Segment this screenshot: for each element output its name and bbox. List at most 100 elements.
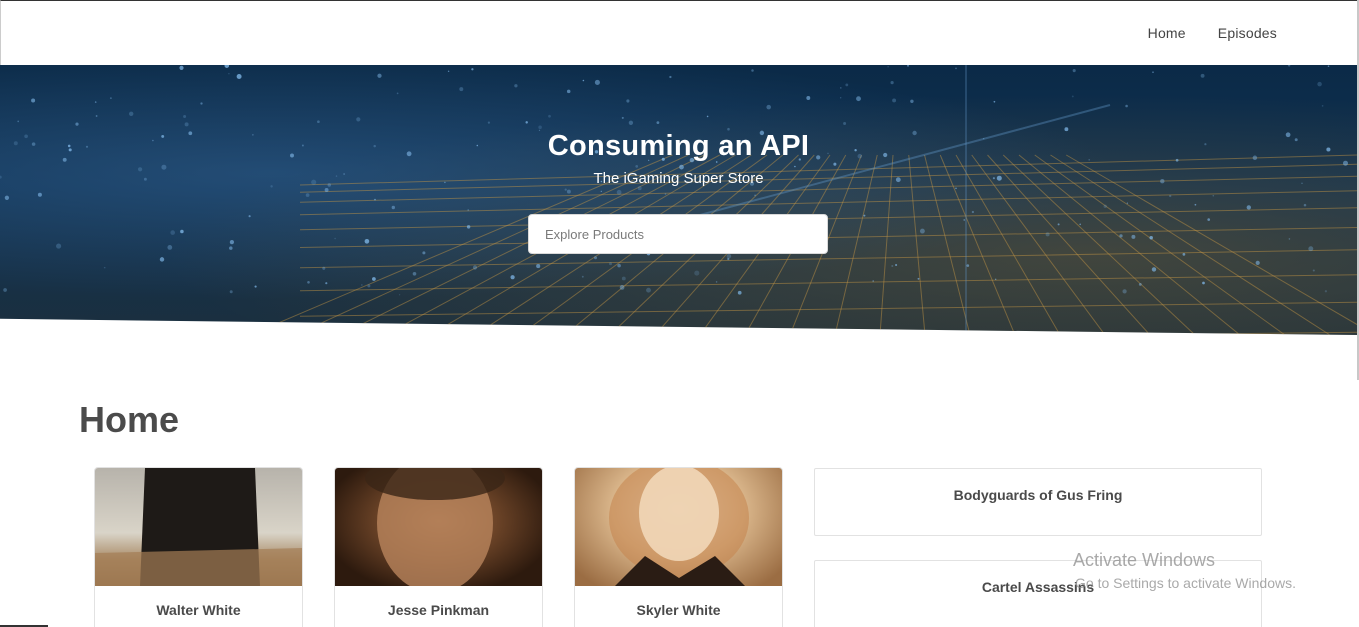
character-photo [95,468,302,586]
particle-dot [895,263,898,267]
particle-dot [1200,73,1205,78]
particle-dot [229,290,233,294]
particle-dot [412,272,417,276]
activate-windows-subtitle: Go to Settings to activate Windows. [1075,575,1296,591]
particle-dot [391,205,395,210]
grid-line [299,331,1357,335]
character-card-skyler[interactable]: Skyler White [574,467,783,627]
particle-dot [305,193,310,197]
hero-subtitle: The iGaming Super Store [593,170,764,187]
particle-dot [727,257,730,261]
particle-dot [103,266,106,269]
particle-dot [1103,204,1107,208]
particle-dot [646,287,651,293]
group-card-bodyguards[interactable]: Bodyguards of Gus Fring [814,468,1262,536]
particle-dot [919,228,925,234]
particle-dot [466,225,471,229]
nav-episodes-link[interactable]: Episodes [1218,25,1277,41]
particle-dot [3,288,7,292]
particle-dot [471,68,474,71]
particle-dot [619,285,625,290]
particle-dot [398,294,401,296]
grid-line [299,274,1357,292]
particle-dot [1045,232,1050,237]
particle-dot [833,162,837,166]
character-card-walter[interactable]: Walter White [94,467,303,627]
particle-dot [1321,105,1324,107]
character-photo [575,468,782,586]
particle-dot [694,270,700,276]
particle-dot [525,121,528,124]
particle-dot [917,277,920,280]
particle-dot [993,100,996,103]
particle-dot [334,237,336,240]
particle-dot [377,73,382,78]
particle-dot [1327,65,1330,67]
particle-dot [1202,281,1205,285]
particle-dot [324,188,329,192]
particle-dot [31,98,36,103]
particle-dot [179,65,184,70]
particle-dot [955,67,957,70]
particle-dot [1079,223,1081,226]
main-nav: Home Episodes [1148,25,1277,41]
particle-dot [794,165,796,168]
particle-dot [1149,235,1153,240]
particle-dot [364,238,370,244]
particle-dot [129,111,134,116]
particle-dot [1169,194,1172,198]
grid-line [299,301,1357,317]
particle-dot [906,65,910,67]
particle-dot [1312,269,1315,272]
particle-dot [372,277,376,281]
activate-windows-title: Activate Windows [1073,550,1216,570]
particle-dot [1194,203,1197,206]
character-name: Skyler White [636,602,721,618]
particle-dot [843,122,847,125]
particle-dot [180,229,184,234]
nav-home-link[interactable]: Home [1148,25,1186,41]
particle-dot [1071,95,1074,98]
particle-dot [467,209,469,211]
character-card-jesse[interactable]: Jesse Pinkman [334,467,543,627]
particle-dot [1131,234,1136,239]
particle-dot [422,251,426,255]
particle-dot [161,164,167,170]
particle-dot [361,284,363,286]
particle-dot [75,122,79,126]
particle-dot [892,98,897,103]
particle-dot [582,79,585,82]
particle-dot [706,115,709,118]
particle-dot [656,121,660,124]
particle-dot [1212,194,1215,197]
particle-dot [538,125,542,130]
particle-dot [1119,234,1123,238]
character-photo [335,468,542,586]
particle-dot [1317,81,1322,87]
particle-dot [1308,246,1314,252]
hero-title: Consuming an API [547,130,810,162]
skyler-portrait [609,468,749,586]
particle-dot [754,194,756,197]
top-navbar: Home Episodes [0,0,1357,65]
particle-dot [737,290,742,295]
particle-dot [621,276,626,281]
particle-dot [459,87,464,92]
particle-dot [616,189,622,195]
particle-dot [1246,205,1251,210]
explore-products-input[interactable] [528,214,828,254]
particle-dot [1288,238,1291,240]
particle-dot [110,97,112,99]
particle-dot [159,257,165,262]
particle-dot [1057,223,1060,226]
group-name: Bodyguards of Gus Fring [953,487,1123,503]
particle-dot [566,189,571,194]
particle-dot [1138,282,1142,286]
particle-dot [536,264,541,269]
grid-line [299,249,1357,269]
particle-dot [766,104,771,110]
particle-dot [1152,71,1154,73]
particle-dot [224,65,230,68]
particle-dot [564,188,567,191]
particle-dot [910,99,914,104]
